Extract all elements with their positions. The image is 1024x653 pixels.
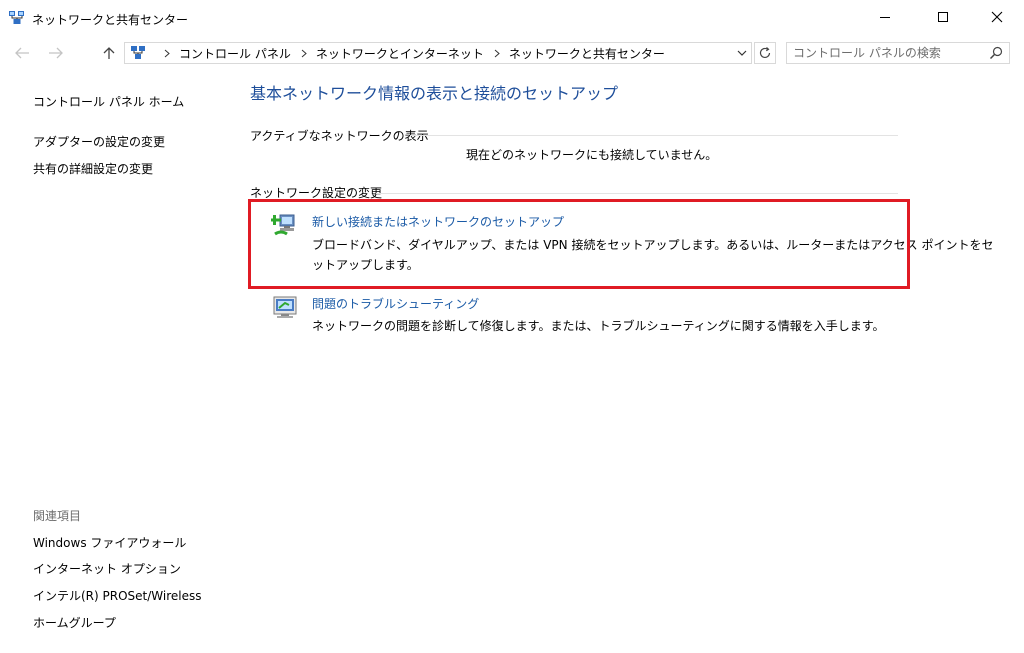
internet-options-link[interactable]: インターネット オプション [33, 560, 181, 577]
page-title: 基本ネットワーク情報の表示と接続のセットアップ [250, 84, 619, 103]
control-panel-home-link[interactable]: コントロール パネル ホーム [33, 93, 184, 110]
minimize-icon [880, 17, 890, 18]
refresh-icon [759, 47, 771, 59]
refresh-button[interactable] [754, 42, 776, 64]
control-panel-icon [130, 45, 146, 61]
forward-arrow-icon [49, 47, 63, 59]
search-input[interactable] [793, 45, 983, 61]
advanced-sharing-settings-link[interactable]: 共有の詳細設定の変更 [33, 160, 153, 177]
up-arrow-icon [103, 47, 115, 59]
chevron-right-icon [164, 49, 170, 58]
network-center-icon [8, 9, 26, 27]
description-line: ネットワークの問題を診断して修復します。または、トラブルシューティングに関する情… [312, 319, 885, 333]
breadcrumb-item-network-internet[interactable]: ネットワークとインターネット [316, 45, 484, 62]
maximize-icon [938, 12, 948, 22]
maximize-button[interactable] [920, 0, 966, 34]
intel-proset-wireless-link[interactable]: インテル(R) PROSet/Wireless [33, 587, 202, 604]
chevron-right-icon [494, 49, 500, 58]
chevron-down-icon [737, 50, 747, 56]
back-button[interactable] [12, 42, 32, 64]
related-items-heading: 関連項目 [33, 509, 82, 523]
title-bar: ネットワークと共有センター [0, 0, 1024, 36]
back-arrow-icon [15, 47, 29, 59]
close-button[interactable] [974, 0, 1020, 34]
up-button[interactable] [99, 42, 119, 64]
breadcrumb-item-control-panel[interactable]: コントロール パネル [179, 45, 291, 62]
section-divider [376, 193, 898, 194]
minimize-button[interactable] [862, 0, 908, 34]
search-icon[interactable] [989, 46, 1003, 63]
homegroup-link[interactable]: ホームグループ [33, 614, 116, 631]
address-dropdown-button[interactable] [732, 42, 752, 64]
troubleshoot-link[interactable]: 問題のトラブルシューティング [312, 295, 479, 312]
breadcrumb: コントロール パネル ネットワークとインターネット ネットワークと共有センター [130, 42, 665, 64]
section-divider [410, 135, 898, 136]
close-icon [991, 11, 1003, 23]
windows-firewall-link[interactable]: Windows ファイアウォール [33, 534, 186, 551]
breadcrumb-item-network-sharing-center[interactable]: ネットワークと共有センター [509, 45, 665, 62]
highlight-box [248, 199, 910, 289]
window-title: ネットワークと共有センター [32, 13, 189, 27]
active-networks-heading: アクティブなネットワークの表示 [250, 129, 429, 143]
chevron-right-icon [301, 49, 307, 58]
no-network-message: 現在どのネットワークにも接続していません。 [466, 148, 718, 162]
forward-button[interactable] [46, 42, 66, 64]
troubleshoot-icon [271, 295, 299, 324]
change-adapter-settings-link[interactable]: アダプターの設定の変更 [33, 133, 165, 150]
troubleshoot-description: ネットワークの問題を診断して修復します。または、トラブルシューティングに関する情… [312, 316, 885, 336]
search-box[interactable] [786, 42, 1010, 64]
